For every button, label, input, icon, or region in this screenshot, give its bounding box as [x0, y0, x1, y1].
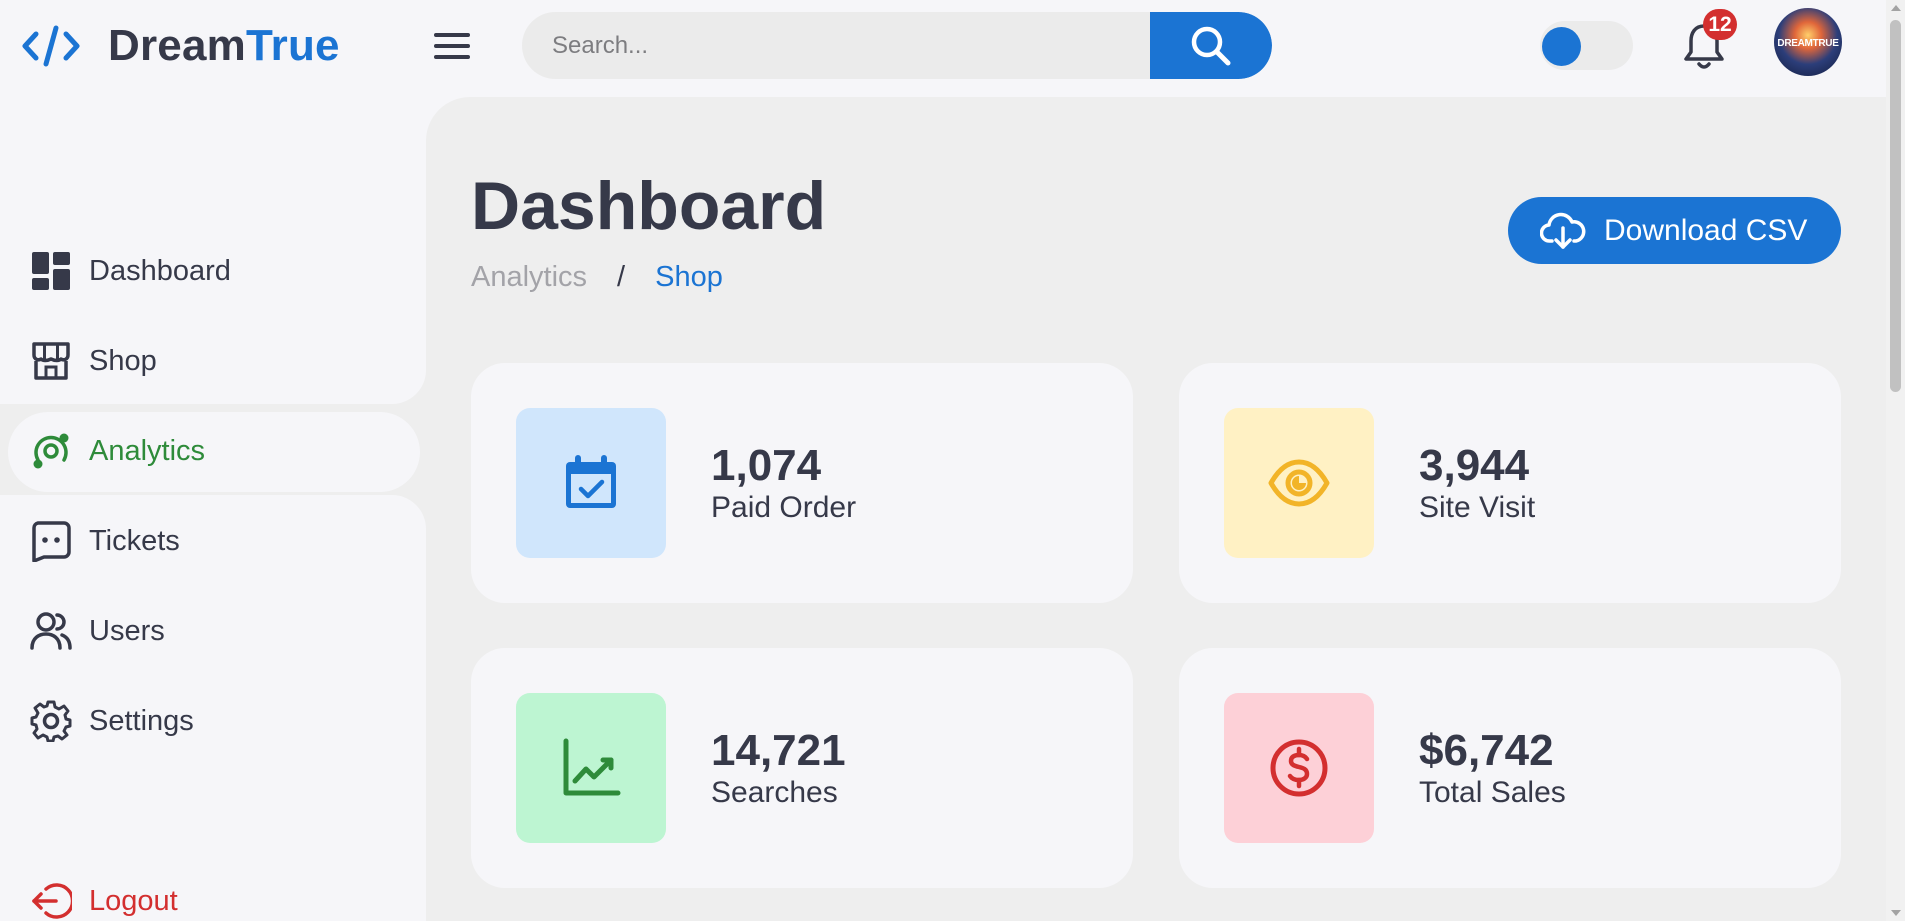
stat-icon-box: [516, 693, 666, 843]
code-icon: [22, 25, 80, 67]
stat-card-paid-order: 1,074 Paid Order: [471, 363, 1133, 603]
stat-value: $6,742: [1419, 726, 1554, 775]
sidebar-item-label: Settings: [89, 704, 194, 737]
logout-icon: [32, 883, 72, 919]
stat-card-site-visit: 3,944 Site Visit: [1179, 363, 1841, 603]
hamburger-icon: [434, 33, 470, 59]
stat-icon-box: [1224, 693, 1374, 843]
breadcrumb-analytics[interactable]: Analytics: [471, 261, 587, 294]
stat-card-searches: 14,721 Searches: [471, 648, 1133, 888]
search-button[interactable]: [1150, 12, 1272, 79]
sidebar-item-label: Users: [89, 614, 165, 647]
gear-icon: [30, 700, 72, 742]
sidebar-item-tickets[interactable]: Tickets: [30, 516, 180, 566]
menu-toggle-button[interactable]: [432, 28, 472, 64]
dollar-icon: [1270, 739, 1328, 797]
theme-toggle[interactable]: [1540, 21, 1633, 70]
sidebar: Dashboard Shop Analytics Tickets Users S…: [0, 92, 426, 921]
page-title: Dashboard: [471, 168, 827, 244]
stat-icon-box: [1224, 408, 1374, 558]
sidebar-item-label: Tickets: [89, 524, 180, 557]
vertical-scrollbar[interactable]: [1886, 0, 1905, 921]
search-bar: [522, 12, 1272, 79]
stat-card-total-sales: $6,742 Total Sales: [1179, 648, 1841, 888]
sidebar-item-label: Analytics: [89, 434, 206, 467]
stat-label: Site Visit: [1419, 491, 1536, 524]
users-icon: [30, 612, 72, 650]
stat-label: Total Sales: [1419, 776, 1566, 809]
scrollbar-thumb[interactable]: [1890, 20, 1901, 392]
breadcrumb-separator: /: [617, 261, 626, 293]
scroll-down-arrow[interactable]: [1891, 910, 1901, 916]
stat-value: 1,074: [711, 441, 822, 490]
stat-label: Paid Order: [711, 491, 857, 524]
notification-badge: 12: [1703, 9, 1737, 40]
download-csv-button[interactable]: Download CSV: [1508, 197, 1841, 264]
logout-label: Logout: [89, 884, 178, 917]
stat-icon-box: [516, 408, 666, 558]
download-csv-label: Download CSV: [1604, 213, 1808, 247]
sidebar-item-label: Dashboard: [89, 254, 231, 287]
sidebar-item-label: Shop: [89, 344, 157, 377]
sidebar-item-settings[interactable]: Settings: [30, 696, 194, 746]
toggle-knob: [1542, 27, 1581, 66]
avatar-label: DREAMTRUE: [1777, 38, 1839, 49]
brand-logo[interactable]: DreamTrue: [22, 20, 340, 72]
sidebar-item-shop[interactable]: Shop: [30, 336, 157, 386]
line-chart-icon: [563, 738, 621, 796]
avatar[interactable]: DREAMTRUE: [1774, 8, 1842, 76]
stat-label: Searches: [711, 776, 838, 809]
breadcrumb: Analytics / Shop: [471, 261, 723, 294]
sidebar-item-users[interactable]: Users: [30, 606, 165, 656]
shop-icon: [32, 342, 70, 380]
eye-icon: [1268, 459, 1330, 507]
sidebar-item-dashboard[interactable]: Dashboard: [30, 246, 231, 296]
search-input[interactable]: [522, 12, 1150, 79]
stat-value: 3,944: [1419, 441, 1530, 490]
cloud-download-icon: [1540, 212, 1586, 249]
top-navbar: DreamTrue 12 DREAMTRUE: [0, 0, 1886, 92]
main-content: Dashboard Analytics / Shop Download CSV …: [426, 97, 1886, 921]
brand-name: DreamTrue: [108, 21, 340, 70]
dashboard-icon: [32, 252, 70, 290]
logout-button[interactable]: Logout: [30, 876, 178, 921]
tickets-icon: [32, 521, 71, 562]
search-icon: [1191, 26, 1231, 65]
calendar-check-icon: [566, 455, 616, 508]
stat-value: 14,721: [711, 726, 846, 775]
breadcrumb-shop[interactable]: Shop: [655, 261, 723, 294]
scroll-up-arrow[interactable]: [1891, 5, 1901, 11]
analytics-icon: [33, 433, 69, 469]
sidebar-item-analytics[interactable]: Analytics: [30, 426, 205, 476]
